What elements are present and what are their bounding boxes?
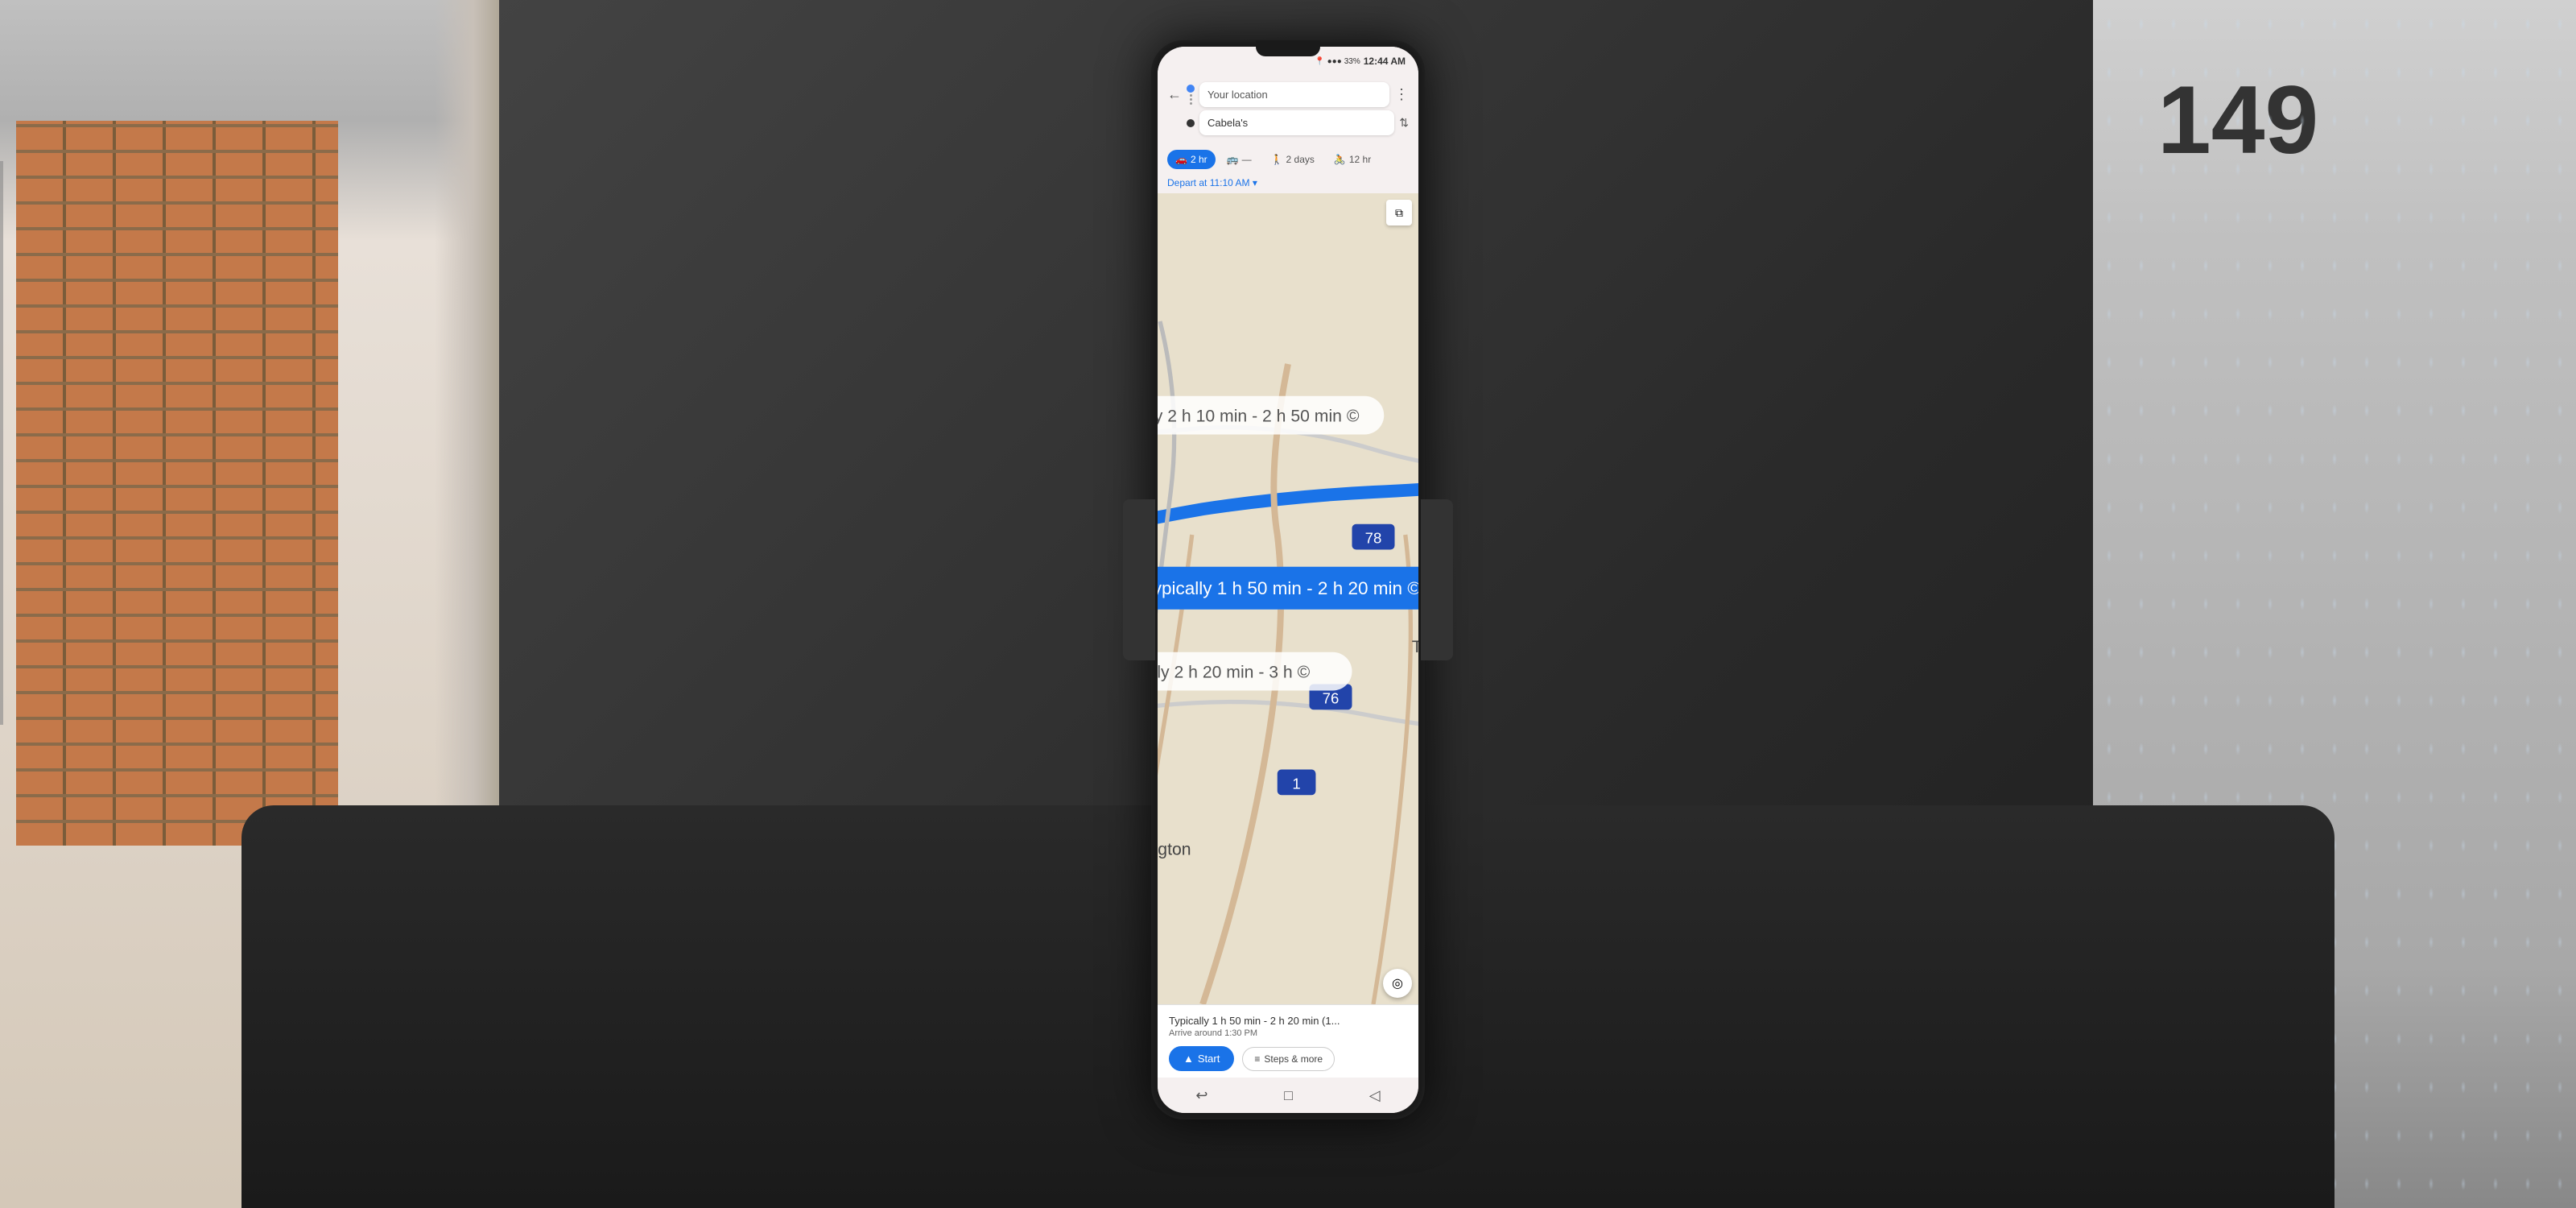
- phone-body: 📍 ●●● 33% 12:44 AM ← You: [1151, 40, 1425, 1119]
- connector-dot-1: [1190, 94, 1192, 97]
- phone-screen: 📍 ●●● 33% 12:44 AM ← You: [1158, 47, 1418, 1113]
- steps-icon: ≡: [1254, 1053, 1260, 1065]
- status-time: 12:44 AM: [1364, 56, 1406, 67]
- connector-dot-3: [1190, 102, 1192, 105]
- map-layers-button[interactable]: ⧉: [1386, 200, 1412, 225]
- mount-clamp-left: [1123, 499, 1155, 660]
- start-button[interactable]: ▲ Start: [1169, 1046, 1234, 1071]
- depart-row[interactable]: Depart at 11:10 AM ▾: [1158, 174, 1418, 193]
- tab-transit[interactable]: 🚌 —: [1219, 150, 1260, 169]
- svg-text:78: 78: [1365, 530, 1382, 547]
- svg-text:Typically 1 h 50 min - 2 h 20: Typically 1 h 50 min - 2 h 20 min ©: [1158, 578, 1418, 598]
- action-buttons: ▲ Start ≡ Steps & more: [1169, 1046, 1407, 1071]
- transit-time: —: [1242, 154, 1252, 165]
- tab-driving[interactable]: 🚗 2 hr: [1167, 150, 1216, 169]
- swap-button[interactable]: ⇅: [1399, 116, 1409, 130]
- search-area: ← Your location ⋮ C: [1158, 76, 1418, 145]
- more-menu-button[interactable]: ⋮: [1394, 86, 1409, 103]
- brick-wall: [16, 121, 338, 846]
- map-area[interactable]: I 78 95 78 95 76 1: [1158, 193, 1418, 1004]
- steps-label: Steps & more: [1264, 1053, 1323, 1065]
- svg-text:Typically 2 h 20 min - 3 h ©: Typically 2 h 20 min - 3 h ©: [1158, 664, 1311, 682]
- svg-text:Wilmington: Wilmington: [1158, 841, 1191, 859]
- nav-recent-button[interactable]: ↩: [1195, 1087, 1208, 1104]
- depart-arrow: ▾: [1253, 177, 1257, 188]
- mount-clamp-right: [1421, 499, 1453, 660]
- route-connector: [1187, 83, 1195, 106]
- transport-tabs: 🚗 2 hr 🚌 — 🚶 2 days 🚴 12 hr: [1158, 145, 1418, 174]
- origin-dot: [1187, 85, 1195, 93]
- destination-text: Cabela's: [1208, 117, 1248, 129]
- cycling-time: 12 hr: [1349, 154, 1371, 165]
- tab-cycling[interactable]: 🚴 12 hr: [1326, 150, 1379, 169]
- back-button[interactable]: ←: [1167, 86, 1182, 103]
- tab-walking[interactable]: 🚶 2 days: [1263, 150, 1323, 169]
- svg-text:1: 1: [1292, 775, 1300, 792]
- arrive-time: Arrive around 1:30 PM: [1169, 1028, 1407, 1038]
- origin-text: Your location: [1208, 89, 1268, 101]
- start-icon: ▲: [1183, 1053, 1194, 1065]
- cycling-icon: 🚴: [1334, 154, 1346, 165]
- start-label: Start: [1198, 1053, 1220, 1065]
- transit-icon: 🚌: [1227, 154, 1239, 165]
- location-icon: 📍: [1315, 57, 1324, 66]
- signal-strength: ●●●: [1327, 57, 1342, 66]
- phone-mount: 📍 ●●● 33% 12:44 AM ← You: [1135, 40, 1441, 1152]
- locate-button[interactable]: ◎: [1383, 969, 1412, 998]
- bottom-panel: Typically 1 h 50 min - 2 h 20 min (1... …: [1158, 1004, 1418, 1078]
- svg-text:Typically 2 h 10 min - 2 h 50: Typically 2 h 10 min - 2 h 50 min ©: [1158, 407, 1360, 426]
- battery-level: 33%: [1344, 57, 1360, 66]
- connector-dot-2: [1190, 98, 1192, 101]
- svg-text:Trenton: Trenton: [1412, 638, 1418, 656]
- svg-text:76: 76: [1323, 689, 1340, 706]
- walking-icon: 🚶: [1271, 154, 1283, 165]
- steps-button[interactable]: ≡ Steps & more: [1242, 1047, 1335, 1071]
- origin-row: ← Your location ⋮: [1167, 82, 1409, 107]
- destination-input[interactable]: Cabela's: [1199, 110, 1394, 135]
- destination-dot: [1187, 119, 1195, 127]
- nav-back-button[interactable]: ◁: [1369, 1087, 1381, 1104]
- nav-bar: ↩ □ ◁: [1158, 1078, 1418, 1113]
- route-summary: Typically 1 h 50 min - 2 h 20 min (1...: [1169, 1015, 1407, 1027]
- driving-icon: 🚗: [1175, 154, 1187, 165]
- map-svg: I 78 95 78 95 76 1: [1158, 193, 1418, 1004]
- notch: [1256, 40, 1320, 56]
- depart-label: Depart at 11:10 AM: [1167, 177, 1250, 188]
- destination-row: Cabela's ⇅: [1167, 110, 1409, 135]
- walking-time: 2 days: [1286, 154, 1315, 165]
- nav-home-button[interactable]: □: [1284, 1087, 1293, 1104]
- driving-time: 2 hr: [1191, 154, 1208, 165]
- origin-input[interactable]: Your location: [1199, 82, 1389, 107]
- status-icons: 📍 ●●● 33%: [1315, 57, 1360, 66]
